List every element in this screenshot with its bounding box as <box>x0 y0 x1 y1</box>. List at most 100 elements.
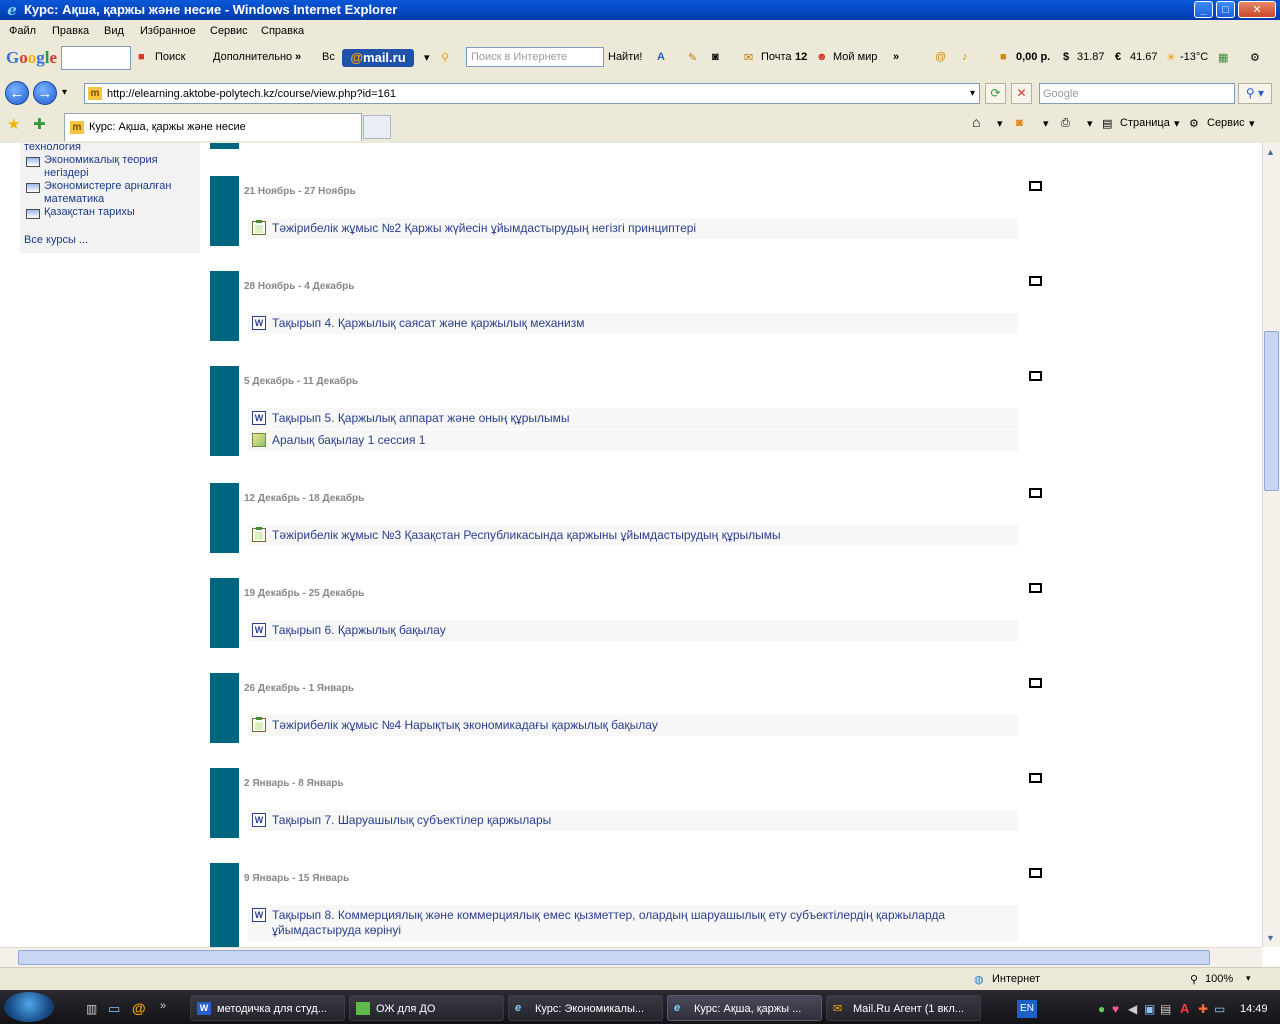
sidebar-course-econ-theory[interactable]: Экономикалық теория негіздері <box>44 154 194 180</box>
taskbar-item-folder[interactable]: ОЖ для ДО <box>349 995 504 1021</box>
camera-icon[interactable]: ◙ <box>712 51 719 63</box>
wallet-balance[interactable]: 0,00 р. <box>1016 51 1050 63</box>
stop-icon[interactable]: ✕ <box>1011 83 1032 104</box>
page-dropdown-icon[interactable]: ▾ <box>1174 117 1180 130</box>
activity-link[interactable]: Тақырып 7. Шаруашылық субъектілер қаржыл… <box>272 813 1007 828</box>
security-zone[interactable]: Интернет <box>992 973 1040 985</box>
print-dropdown-icon[interactable]: ▾ <box>1087 117 1093 130</box>
feeds-icon[interactable]: ◙ <box>1016 117 1023 129</box>
settings-gear-icon[interactable]: ⚙ <box>1250 51 1260 64</box>
address-dropdown-icon[interactable]: ▾ <box>970 88 975 99</box>
start-button[interactable] <box>4 992 54 1022</box>
all-courses-link[interactable]: Все курсы ... <box>24 234 88 247</box>
google-toolbar-input[interactable] <box>61 46 131 70</box>
page-menu-button[interactable]: Страница <box>1120 117 1170 129</box>
taskbar-item-ie-1[interactable]: e Курс: Экономикалы... <box>508 995 663 1021</box>
mailru-logo[interactable]: @mail.ru <box>342 49 414 67</box>
week-highlight-checkbox[interactable] <box>1029 181 1042 191</box>
tools-dropdown-icon[interactable]: ▾ <box>1249 117 1255 130</box>
activity-link[interactable]: Тақырып 4. Қаржылық саясат және қаржылық… <box>272 316 1007 331</box>
activity-item[interactable]: Тәжірибелік жұмыс №2 Қаржы жүйесін ұйымд… <box>248 218 1018 239</box>
vertical-scrollbar[interactable]: ▲ ▼ <box>1262 143 1280 947</box>
home-dropdown-icon[interactable]: ▾ <box>997 117 1003 130</box>
menu-favorites[interactable]: Избранное <box>140 25 196 37</box>
tray-volume-icon[interactable]: ◀ <box>1128 1002 1137 1016</box>
mailru-dropdown-icon[interactable]: ▾ <box>424 51 430 64</box>
minimize-button[interactable]: _ <box>1194 1 1213 18</box>
tray-monitor-icon[interactable]: ▭ <box>1214 1002 1225 1016</box>
close-button[interactable]: ✕ <box>1238 1 1276 18</box>
myworld-button[interactable]: Мой мир <box>833 51 877 63</box>
quicklaunch-more-icon[interactable]: » <box>160 1000 166 1012</box>
week-highlight-checkbox[interactable] <box>1029 276 1042 286</box>
menu-help[interactable]: Справка <box>261 25 304 37</box>
activity-item[interactable]: Тәжірибелік жұмыс №4 Нарықтық экономикад… <box>248 715 1018 736</box>
home-icon[interactable]: ⌂ <box>972 114 980 130</box>
refresh-icon[interactable]: ⟳ <box>985 83 1006 104</box>
activity-item[interactable]: W Тақырып 5. Қаржылық аппарат және оның … <box>248 408 1018 429</box>
taskbar-clock[interactable]: 14:49 <box>1240 1003 1268 1015</box>
activity-item[interactable]: W Тақырып 4. Қаржылық саясат және қаржыл… <box>248 313 1018 334</box>
horizontal-scroll-thumb[interactable] <box>18 950 1210 965</box>
zoom-level[interactable]: 100% <box>1205 973 1233 985</box>
google-search-button[interactable]: Поиск <box>155 51 185 63</box>
taskbar-item-mailru-agent[interactable]: ✉ Mail.Ru Агент (1 вкл... <box>826 995 981 1021</box>
tools-menu-button[interactable]: Сервис <box>1207 117 1245 129</box>
agent-icon[interactable]: @ <box>935 51 946 63</box>
taskbar-item-word[interactable]: W методичка для студ... <box>190 995 345 1021</box>
usd-rate[interactable]: 31.87 <box>1077 51 1105 63</box>
back-button[interactable]: ← <box>5 81 29 105</box>
highlighter-icon[interactable]: ✎ <box>688 51 697 64</box>
mailru-search-input[interactable]: Поиск в Интернете <box>466 47 604 67</box>
quicklaunch-desktop-icon[interactable]: ▭ <box>108 1001 120 1017</box>
vs-button[interactable]: Вс <box>322 51 335 63</box>
activity-link[interactable]: Тәжірибелік жұмыс №3 Қазақстан Республик… <box>272 528 1007 543</box>
find-button[interactable]: Найти! <box>608 51 642 63</box>
show-desktop-icon[interactable]: ▥ <box>86 1002 97 1016</box>
taskbar-item-ie-2[interactable]: e Курс: Ақша, қаржы ... <box>667 995 822 1021</box>
activity-item[interactable]: Аралық бақылау 1 сессия 1 <box>248 430 1018 451</box>
week-highlight-checkbox[interactable] <box>1029 583 1042 593</box>
map-icon[interactable]: ▦ <box>1218 51 1228 64</box>
toolbar-chevron-icon[interactable]: » <box>893 51 899 63</box>
address-url[interactable]: http://elearning.aktobe-polytech.kz/cour… <box>107 88 396 100</box>
live-search-input[interactable]: Google <box>1039 83 1235 104</box>
activity-item[interactable]: W Тақырып 8. Коммерциялық және коммерция… <box>248 905 1018 941</box>
tray-antivirus-icon[interactable]: A <box>1180 1001 1189 1016</box>
weather-temp[interactable]: -13°C <box>1180 51 1208 63</box>
zoom-dropdown-icon[interactable]: ▾ <box>1246 973 1251 984</box>
activity-link[interactable]: Тәжірибелік жұмыс №4 Нарықтық экономикад… <box>272 718 1007 733</box>
horizontal-scrollbar[interactable] <box>0 947 1262 967</box>
menu-file[interactable]: Файл <box>9 25 36 37</box>
live-search-button-icon[interactable]: ⚲ ▾ <box>1238 83 1272 104</box>
tray-alert-icon[interactable]: ✚ <box>1198 1002 1208 1016</box>
activity-link[interactable]: Тақырып 5. Қаржылық аппарат және оның құ… <box>272 411 1007 426</box>
feeds-dropdown-icon[interactable]: ▾ <box>1043 117 1049 130</box>
activity-link[interactable]: Тақырып 6. Қаржылық бақылау <box>272 623 1007 638</box>
tray-chat-icon[interactable]: ● <box>1098 1002 1105 1016</box>
activity-link[interactable]: Тақырып 8. Коммерциялық және коммерциялы… <box>272 908 1007 938</box>
font-size-icon[interactable]: A <box>657 51 665 63</box>
new-tab-button[interactable] <box>363 115 391 139</box>
vertical-scroll-thumb[interactable] <box>1264 331 1279 491</box>
sidebar-course-partial[interactable]: технология <box>24 143 81 154</box>
activity-item[interactable]: W Тақырып 6. Қаржылық бақылау <box>248 620 1018 641</box>
week-highlight-checkbox[interactable] <box>1029 868 1042 878</box>
scroll-up-icon[interactable]: ▲ <box>1266 147 1275 157</box>
music-icon[interactable]: ♪ <box>962 51 968 63</box>
forward-button[interactable]: → <box>33 81 57 105</box>
activity-item[interactable]: Тәжірибелік жұмыс №3 Қазақстан Республик… <box>248 525 1018 546</box>
tab-course[interactable]: m Курс: Ақша, қаржы және несие <box>64 113 362 141</box>
sidebar-course-math[interactable]: Экономистерге арналған математика <box>44 180 194 206</box>
more-button[interactable]: Дополнительно <box>213 51 292 63</box>
tray-heart-icon[interactable]: ♥ <box>1112 1002 1119 1016</box>
quicklaunch-mail-icon[interactable]: @ <box>132 1000 146 1016</box>
activity-item[interactable]: W Тақырып 7. Шаруашылық субъектілер қарж… <box>248 810 1018 831</box>
menu-edit[interactable]: Правка <box>52 25 89 37</box>
menu-tools[interactable]: Сервис <box>210 25 248 37</box>
activity-link[interactable]: Аралық бақылау 1 сессия 1 <box>272 433 1007 448</box>
week-highlight-checkbox[interactable] <box>1029 678 1042 688</box>
sidebar-course-history[interactable]: Қазақстан тарихы <box>44 206 194 219</box>
tray-device-icon[interactable]: ▤ <box>1160 1002 1171 1016</box>
print-icon[interactable]: ⎙ <box>1061 117 1070 130</box>
